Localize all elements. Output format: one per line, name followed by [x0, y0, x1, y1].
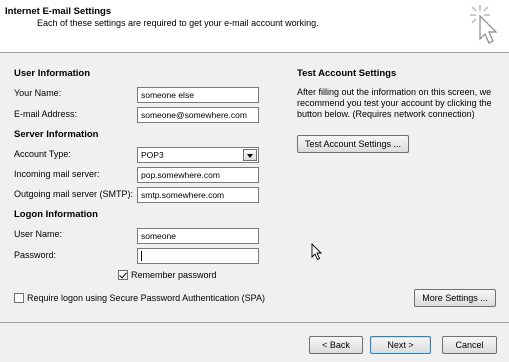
- user-name-field[interactable]: someone: [137, 228, 259, 244]
- account-type-value: POP3: [141, 150, 164, 160]
- test-account-settings-button[interactable]: Test Account Settings ...: [297, 135, 409, 153]
- sparkle-cursor-icon: [470, 5, 498, 44]
- mouse-pointer-icon: [311, 243, 323, 261]
- server-info-heading: Server Information: [14, 129, 99, 140]
- spa-label[interactable]: Require logon using Secure Password Auth…: [27, 293, 265, 303]
- outgoing-server-field[interactable]: smtp.somewhere.com: [137, 187, 259, 203]
- user-name-label: User Name:: [14, 229, 63, 239]
- account-type-select[interactable]: POP3: [137, 147, 259, 163]
- outgoing-server-label: Outgoing mail server (SMTP):: [14, 189, 134, 199]
- text-caret: [141, 251, 142, 261]
- logon-info-heading: Logon Information: [14, 209, 98, 220]
- page-title: Internet E-mail Settings: [5, 6, 112, 17]
- incoming-server-field[interactable]: pop.somewhere.com: [137, 167, 259, 183]
- password-label: Password:: [14, 250, 57, 260]
- test-description-line1: After filling out the information on thi…: [297, 87, 492, 97]
- page-subtitle: Each of these settings are required to g…: [37, 18, 319, 28]
- next-button[interactable]: Next >: [370, 336, 431, 354]
- more-settings-button[interactable]: More Settings ...: [414, 289, 496, 307]
- wizard-footer: [0, 322, 509, 362]
- your-name-field[interactable]: someone else: [137, 87, 259, 103]
- footer-divider: [0, 322, 509, 323]
- spa-checkbox[interactable]: [14, 293, 24, 303]
- remember-password-label[interactable]: Remember password: [131, 270, 217, 280]
- your-name-label: Your Name:: [14, 88, 62, 98]
- user-info-heading: User Information: [14, 68, 91, 79]
- email-field[interactable]: someone@somewhere.com: [137, 107, 259, 123]
- test-settings-heading: Test Account Settings: [297, 68, 397, 79]
- test-description-line2: recommend you test your account by click…: [297, 98, 492, 108]
- back-button[interactable]: < Back: [309, 336, 363, 354]
- password-field[interactable]: [137, 248, 259, 264]
- chevron-down-icon[interactable]: [243, 149, 257, 161]
- remember-password-checkbox[interactable]: [118, 270, 128, 280]
- test-description-line3: button below. (Requires network connecti…: [297, 109, 475, 119]
- email-label: E-mail Address:: [14, 109, 78, 119]
- account-type-label: Account Type:: [14, 149, 71, 159]
- cancel-button[interactable]: Cancel: [442, 336, 497, 354]
- incoming-server-label: Incoming mail server:: [14, 169, 100, 179]
